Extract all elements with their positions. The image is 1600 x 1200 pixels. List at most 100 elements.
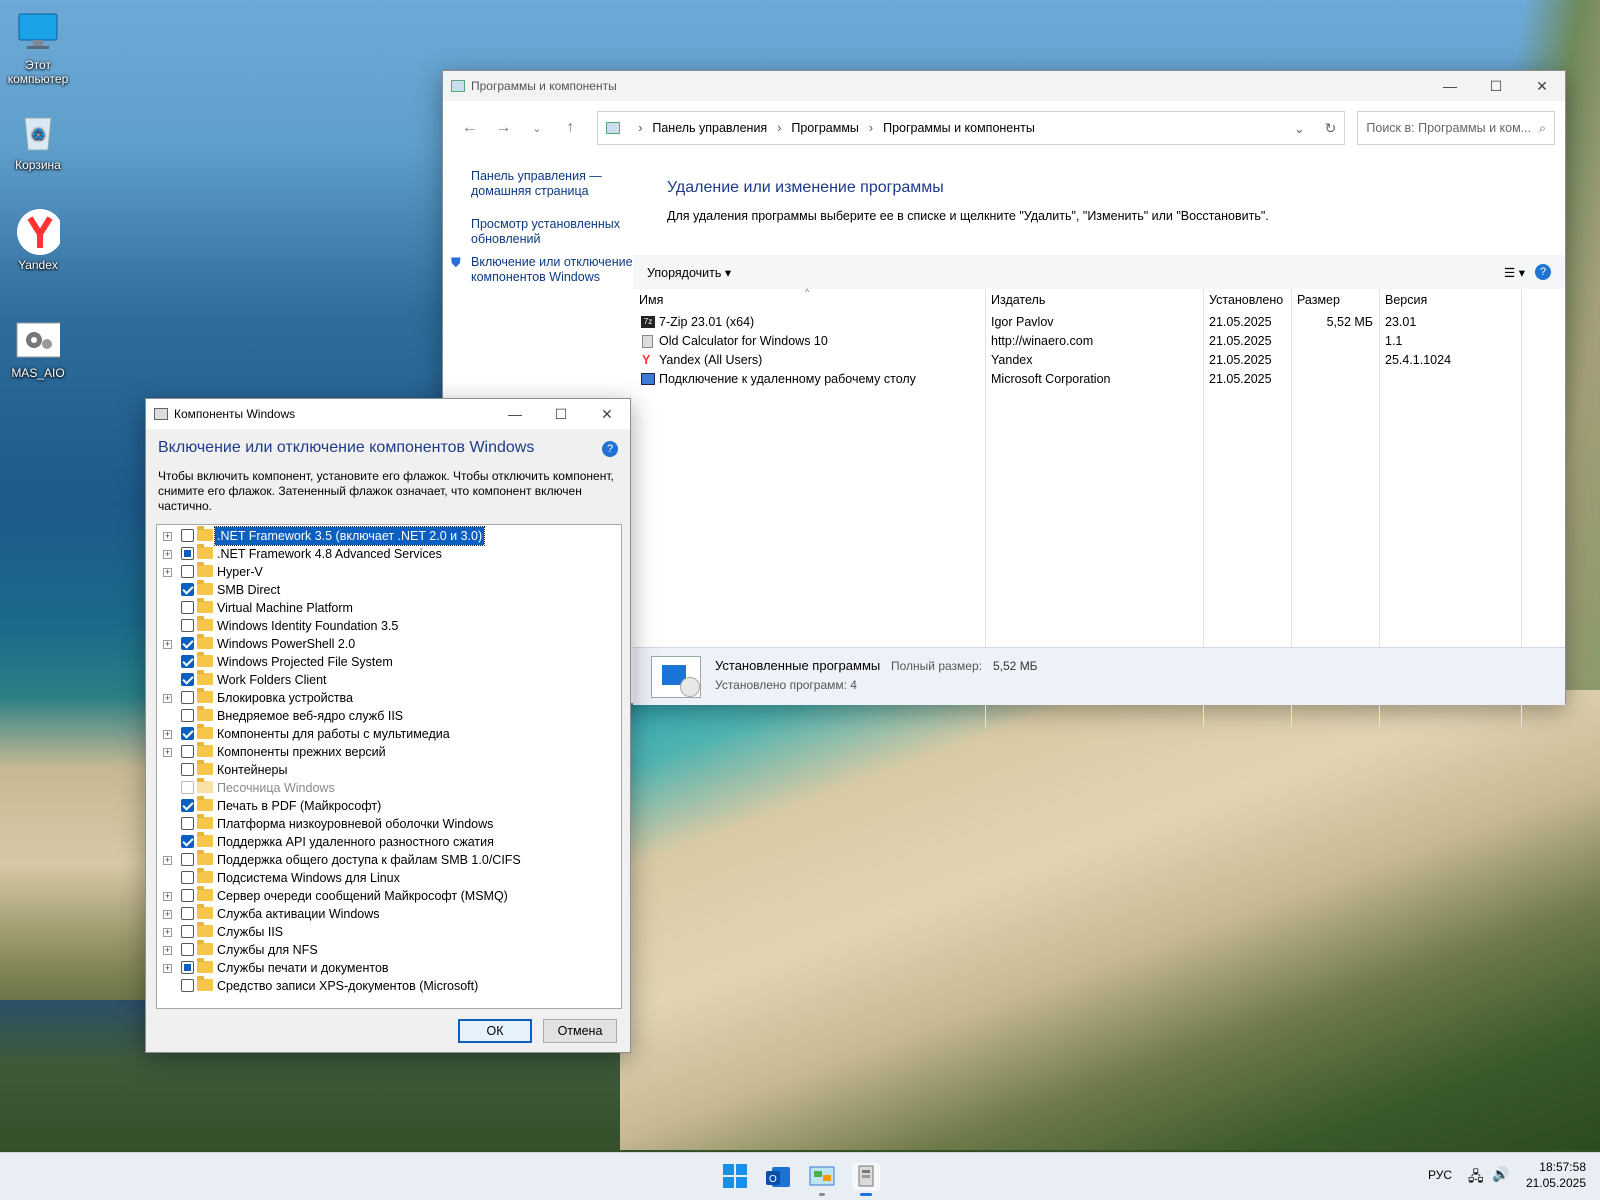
expand-plus-icon[interactable]: + xyxy=(163,730,172,739)
page-title: Удаление или изменение программы xyxy=(667,179,944,196)
program-row[interactable]: Old Calculator for Windows 10 http://win… xyxy=(633,332,1565,351)
expand-plus-icon[interactable]: + xyxy=(163,910,172,919)
link-control-panel-home[interactable]: Панель управления — домашняя страница xyxy=(443,169,633,199)
control-panel-taskbar-icon[interactable] xyxy=(808,1163,836,1196)
column-header-installed[interactable]: Установлено xyxy=(1203,289,1291,311)
feature-checkbox[interactable] xyxy=(181,835,194,848)
feature-checkbox[interactable] xyxy=(181,925,194,938)
help-icon[interactable]: ? xyxy=(1535,264,1551,280)
breadcrumb-item[interactable]: Панель управления xyxy=(652,121,767,135)
minimize-button[interactable]: — xyxy=(492,399,538,429)
language-indicator[interactable]: РУС xyxy=(1428,1168,1452,1182)
program-row[interactable]: Подключение к удаленному рабочему столу … xyxy=(633,370,1565,389)
feature-checkbox[interactable] xyxy=(181,799,194,812)
desktop-icon-recycle-bin[interactable]: ♻ Корзина xyxy=(6,110,70,172)
close-button[interactable]: ✕ xyxy=(1519,71,1565,101)
expand-plus-icon[interactable]: + xyxy=(163,694,172,703)
feature-checkbox[interactable] xyxy=(181,673,194,686)
minimize-button[interactable]: — xyxy=(1427,71,1473,101)
program-publisher: Yandex xyxy=(991,353,1033,367)
help-icon[interactable]: ? xyxy=(602,441,618,457)
up-arrow-icon[interactable]: ↑ xyxy=(554,113,588,143)
desktop-icon-mas-aio[interactable]: MAS_AIO xyxy=(6,318,70,380)
windows-features-taskbar-icon[interactable] xyxy=(852,1163,880,1196)
feature-checkbox[interactable] xyxy=(181,565,194,578)
expand-plus-icon[interactable]: + xyxy=(163,928,172,937)
recent-locations-chevron-icon[interactable]: ⌄ xyxy=(520,113,554,143)
status-count: Установлено программ: 4 xyxy=(715,678,857,692)
column-header-size[interactable]: Размер xyxy=(1291,289,1379,311)
feature-checkbox[interactable] xyxy=(181,529,194,542)
feature-checkbox[interactable] xyxy=(181,655,194,668)
expand-plus-icon[interactable]: + xyxy=(163,550,172,559)
desktop-icon-yandex[interactable]: Yandex xyxy=(6,209,70,272)
back-arrow-icon[interactable]: ← xyxy=(453,113,487,143)
address-bar[interactable]: › Панель управления › Программы › Програ… xyxy=(597,111,1346,145)
expand-plus-icon[interactable]: + xyxy=(163,946,172,955)
expand-plus-icon[interactable]: + xyxy=(163,748,172,757)
expand-plus-icon[interactable]: + xyxy=(163,892,172,901)
expand-plus-icon[interactable]: + xyxy=(163,856,172,865)
forward-arrow-icon[interactable]: → xyxy=(487,113,521,143)
link-view-installed-updates[interactable]: Просмотр установленных обновлений xyxy=(443,217,633,247)
refresh-icon[interactable]: ↻ xyxy=(1325,120,1337,137)
column-header-publisher[interactable]: Издатель xyxy=(985,289,1203,311)
feature-checkbox[interactable] xyxy=(181,943,194,956)
ok-button[interactable]: ОК xyxy=(458,1019,532,1043)
feature-label: Службы IIS xyxy=(217,925,284,939)
program-name: Подключение к удаленному рабочему столу xyxy=(659,372,916,386)
wf-window-title: Компоненты Windows xyxy=(174,407,296,421)
link-turn-windows-features[interactable]: Включение или отключение компонентов Win… xyxy=(443,255,633,285)
feature-checkbox[interactable] xyxy=(181,871,194,884)
expand-plus-icon[interactable]: + xyxy=(163,568,172,577)
breadcrumb-item[interactable]: Программы xyxy=(791,121,859,135)
program-name: Yandex (All Users) xyxy=(659,353,763,367)
feature-checkbox[interactable] xyxy=(181,817,194,830)
feature-checkbox[interactable] xyxy=(181,889,194,902)
maximize-button[interactable]: ☐ xyxy=(538,399,584,429)
close-button[interactable]: ✕ xyxy=(584,399,630,429)
feature-label: Компоненты для работы с мультимедиа xyxy=(217,727,450,741)
address-dropdown-icon[interactable]: ⌄ xyxy=(1294,121,1304,136)
network-icon[interactable]: 🖧 xyxy=(1468,1166,1484,1190)
feature-checkbox[interactable] xyxy=(181,907,194,920)
feature-checkbox[interactable] xyxy=(181,619,194,632)
view-options-icon[interactable]: ☰ ▾ xyxy=(1504,265,1525,280)
remote-desktop-icon xyxy=(641,373,655,385)
feature-checkbox[interactable] xyxy=(181,583,194,596)
folder-icon xyxy=(197,904,213,919)
clock[interactable]: 18:57:58 21.05.2025 xyxy=(1526,1159,1586,1191)
expand-plus-icon[interactable]: + xyxy=(163,640,172,649)
folder-icon xyxy=(197,976,213,991)
volume-icon[interactable]: 🔊 xyxy=(1492,1166,1509,1183)
expand-plus-icon[interactable]: + xyxy=(163,532,172,541)
outlook-icon[interactable]: O xyxy=(764,1163,792,1191)
folder-icon xyxy=(197,814,213,829)
feature-checkbox[interactable] xyxy=(181,709,194,722)
wf-titlebar[interactable]: Компоненты Windows — ☐ ✕ xyxy=(146,399,630,429)
cancel-button[interactable]: Отмена xyxy=(543,1019,617,1043)
program-row[interactable]: Y Yandex (All Users) Yandex 21.05.2025 2… xyxy=(633,351,1565,370)
feature-checkbox[interactable] xyxy=(181,727,194,740)
feature-checkbox[interactable] xyxy=(181,547,194,560)
feature-checkbox[interactable] xyxy=(181,961,194,974)
feature-checkbox[interactable] xyxy=(181,763,194,776)
desktop-icon-this-pc[interactable]: Этот компьютер xyxy=(6,10,70,86)
cp-titlebar[interactable]: Программы и компоненты — ☐ ✕ xyxy=(443,71,1565,101)
feature-label: Подсистема Windows для Linux xyxy=(217,871,400,885)
maximize-button[interactable]: ☐ xyxy=(1473,71,1519,101)
breadcrumb-item[interactable]: Программы и компоненты xyxy=(883,121,1035,135)
feature-checkbox[interactable] xyxy=(181,745,194,758)
feature-checkbox[interactable] xyxy=(181,853,194,866)
feature-checkbox[interactable] xyxy=(181,637,194,650)
search-input[interactable]: Поиск в: Программы и ком... ⌕ xyxy=(1357,111,1555,145)
feature-checkbox[interactable] xyxy=(181,691,194,704)
organize-button[interactable]: Упорядочить ▾ xyxy=(647,265,731,280)
column-header-name[interactable]: Имя ^ xyxy=(633,287,985,311)
start-icon[interactable] xyxy=(722,1163,750,1191)
program-row[interactable]: 7z 7-Zip 23.01 (x64) Igor Pavlov 21.05.2… xyxy=(633,313,1565,332)
column-header-version[interactable]: Версия xyxy=(1379,289,1521,311)
feature-checkbox[interactable] xyxy=(181,601,194,614)
feature-checkbox[interactable] xyxy=(181,979,194,992)
expand-plus-icon[interactable]: + xyxy=(163,964,172,973)
